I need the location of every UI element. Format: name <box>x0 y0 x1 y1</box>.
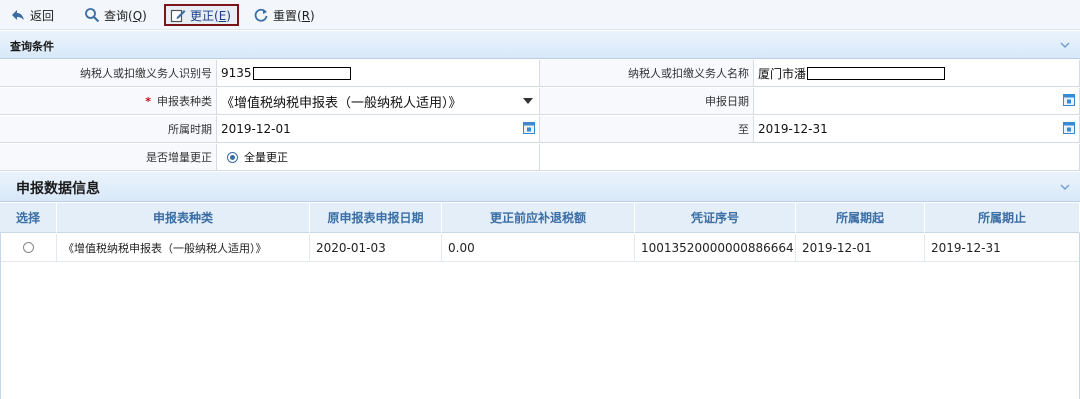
correct-button[interactable]: 更正(E) <box>164 4 239 26</box>
edit-icon <box>170 9 186 23</box>
table-cell-voucher: 10013520000000886664 <box>635 234 796 262</box>
chevron-down-icon[interactable] <box>1060 182 1070 192</box>
data-section-title: 申报数据信息 <box>16 181 100 197</box>
table-frame-left <box>0 233 1 399</box>
query-section-header[interactable]: 查询条件 <box>0 31 1080 59</box>
table-cell-form-type: 《增值税纳税申报表（一般纳税人适用）》 <box>57 234 310 262</box>
chevron-down-icon[interactable] <box>1060 40 1070 50</box>
taxpayer-name-field[interactable]: 厦门市潘 <box>754 60 1080 87</box>
incremental-option[interactable]: 全量更正 <box>217 144 540 171</box>
correct-label: 更正(E) <box>190 8 231 23</box>
calendar-icon[interactable] <box>1063 121 1075 134</box>
column-header-period-end: 所属期止 <box>925 203 1080 233</box>
period-label: 所属时期 <box>0 116 217 143</box>
table-row-select[interactable] <box>0 234 57 262</box>
dropdown-arrow-icon[interactable] <box>523 98 533 104</box>
report-date-field[interactable] <box>754 88 1080 115</box>
query-section-title: 查询条件 <box>10 40 54 53</box>
empty-cell <box>540 144 1080 171</box>
taxpayer-id-label: 纳税人或扣缴义务人识别号 <box>0 60 217 87</box>
table-cell-period-end: 2019-12-31 <box>925 234 1080 262</box>
radio-unselected-icon[interactable] <box>22 242 34 253</box>
search-icon <box>85 8 100 23</box>
column-header-amount: 更正前应补退税额 <box>442 203 635 233</box>
column-header-form-type: 申报表种类 <box>57 203 310 233</box>
back-arrow-icon <box>12 10 24 20</box>
period-to-field[interactable]: 2019-12-31 <box>754 116 1080 143</box>
back-label: 返回 <box>30 8 55 23</box>
column-header-voucher: 凭证序号 <box>635 203 796 233</box>
taxpayer-id-field[interactable]: 913 5 <box>217 60 540 87</box>
reset-button[interactable]: 重置(R) <box>249 4 319 26</box>
query-button[interactable]: 查询(Q) <box>80 4 151 26</box>
column-header-original-date: 原申报表申报日期 <box>310 203 442 233</box>
column-header-period-start: 所属期起 <box>796 203 925 233</box>
back-button[interactable]: 返回 <box>6 4 58 26</box>
calendar-icon[interactable] <box>523 121 535 134</box>
calendar-icon[interactable] <box>1063 93 1075 106</box>
radio-selected-icon[interactable] <box>227 151 238 163</box>
form-type-select[interactable]: 《增值税纳税申报表（一般纳税人适用）》 <box>217 88 540 115</box>
incremental-label: 是否增量更正 <box>0 144 217 171</box>
table-cell-period-start: 2019-12-01 <box>796 234 925 262</box>
report-date-label: 申报日期 <box>540 88 754 115</box>
data-section-header[interactable]: 申报数据信息 <box>0 172 1080 202</box>
refresh-icon <box>254 8 268 22</box>
table-cell-amount: 0.00 <box>442 234 635 262</box>
reset-label: 重置(R) <box>273 8 315 23</box>
to-label: 至 <box>540 116 754 143</box>
form-type-label: * 申报表种类 <box>0 88 217 115</box>
taxpayer-name-label: 纳税人或扣缴义务人名称 <box>540 60 754 87</box>
period-from-field[interactable]: 2019-12-01 <box>217 116 540 143</box>
toolbar: 返回 查询(Q) 更正(E) 重置(R) <box>0 0 1080 30</box>
column-header-select: 选择 <box>0 203 57 233</box>
query-label: 查询(Q) <box>104 8 147 23</box>
table-cell-original-date: 2020-01-03 <box>310 234 442 262</box>
